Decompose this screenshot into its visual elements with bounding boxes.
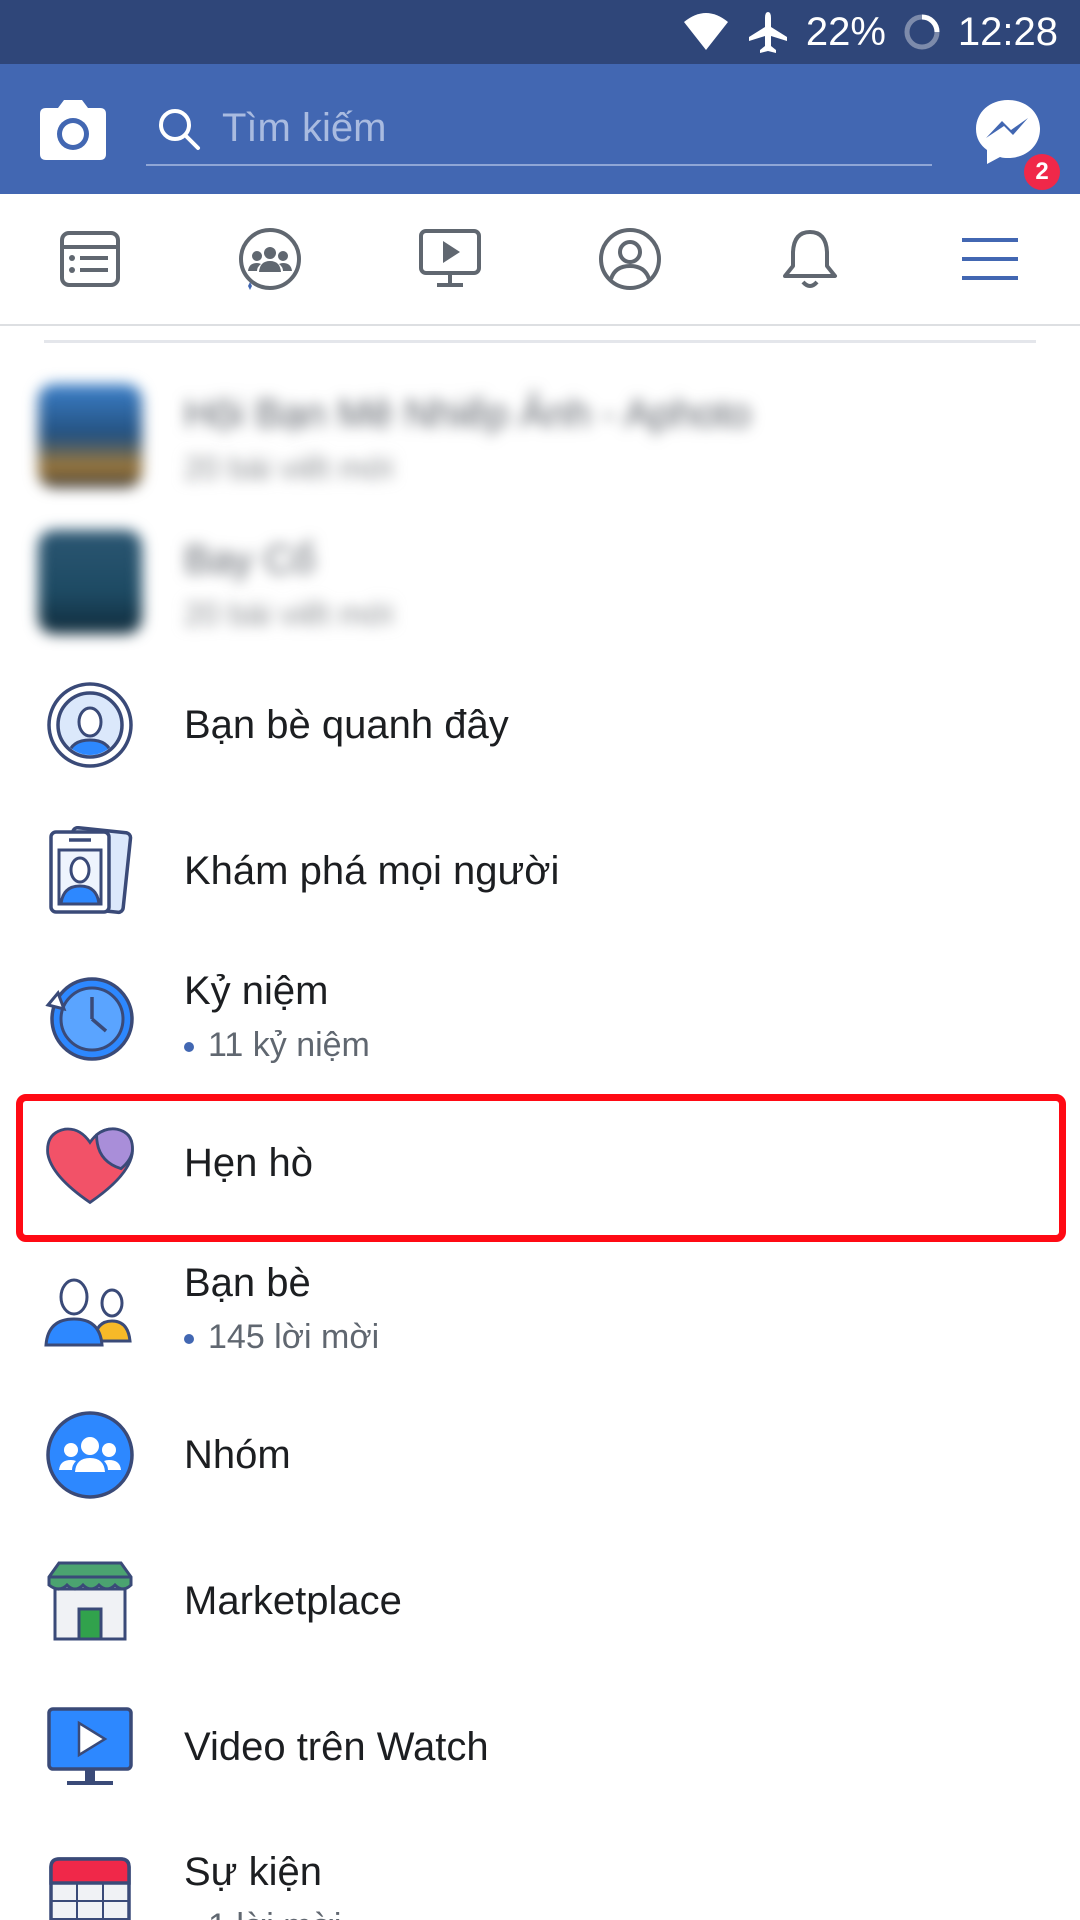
menu-item-groups[interactable]: Nhóm [0, 1382, 1080, 1528]
section-divider [44, 340, 1036, 343]
menu-item-subtitle: 145 lời mời [184, 1315, 379, 1359]
news-feed-icon [60, 231, 120, 287]
watch-video-icon [47, 1707, 133, 1785]
battery-charging-icon [904, 14, 940, 50]
marketplace-shop-icon [47, 1561, 133, 1641]
discover-people-icon [49, 826, 133, 915]
menu-item-marketplace[interactable]: Marketplace [0, 1528, 1080, 1674]
tab-profile[interactable] [540, 194, 720, 324]
clock: 12:28 [957, 9, 1058, 54]
shortcut-subtitle: 20 bài viết mới [184, 450, 394, 486]
menu-item-label: Video trên Watch [184, 1725, 489, 1769]
airplane-mode-icon [748, 12, 787, 53]
profile-icon [599, 228, 661, 290]
watch-tab-icon [419, 229, 481, 287]
menu-item-label: Marketplace [184, 1579, 402, 1623]
battery-percent: 22% [805, 9, 886, 54]
menu-item-watch-videos[interactable]: Video trên Watch [0, 1674, 1080, 1820]
events-calendar-icon [49, 1857, 131, 1920]
menu-item-label: Khám phá mọi người [184, 849, 560, 893]
menu-item-label: Sự kiện [184, 1850, 322, 1894]
shortcut-group-item[interactable]: Bay Cổ 20 bài viết mới [0, 506, 1080, 652]
camera-icon [40, 100, 106, 160]
memories-clock-icon [45, 977, 134, 1061]
groups-tab-icon [239, 228, 301, 290]
tab-menu[interactable] [900, 194, 1080, 324]
notification-dot [184, 1042, 194, 1053]
menu-list: Hội Bạn Mê Nhiếp Ảnh - Aphoto 20 bài viế… [0, 360, 1080, 1920]
menu-item-label: Bạn bè quanh đây [184, 703, 509, 747]
hamburger-menu-icon [962, 238, 1018, 280]
status-bar: 22% 12:28 [0, 0, 1080, 64]
shortcut-subtitle: 20 bài viết mới [184, 596, 394, 632]
main-tab-bar [0, 194, 1080, 326]
menu-item-nearby-friends[interactable]: Bạn bè quanh đây [0, 652, 1080, 798]
tab-news-feed[interactable] [0, 194, 180, 324]
tab-notifications[interactable] [720, 194, 900, 324]
menu-item-subtitle: 1 lời mời [184, 1904, 341, 1920]
search-bar[interactable] [146, 92, 932, 166]
menu-item-friends[interactable]: Bạn bè 145 lời mời [0, 1236, 1080, 1382]
camera-button[interactable] [38, 96, 108, 162]
notification-dot [184, 1334, 194, 1345]
menu-item-label: Kỷ niệm [184, 969, 329, 1013]
group-cover-thumbnail [38, 530, 142, 634]
bell-icon [783, 230, 837, 288]
menu-item-discover-people[interactable]: Khám phá mọi người [0, 798, 1080, 944]
shortcut-group-item[interactable]: Hội Bạn Mê Nhiếp Ảnh - Aphoto 20 bài viế… [0, 360, 1080, 506]
nearby-friends-icon [47, 682, 133, 768]
tab-watch[interactable] [360, 194, 540, 324]
group-cover-thumbnail [38, 384, 142, 488]
menu-item-memories[interactable]: Kỷ niệm 11 kỷ niệm [0, 944, 1080, 1090]
menu-item-events[interactable]: Sự kiện 1 lời mời [0, 1820, 1080, 1920]
menu-item-label: Hẹn hò [184, 1141, 313, 1185]
menu-item-dating[interactable]: Hẹn hò [0, 1090, 1080, 1236]
top-header: 2 [0, 64, 1080, 194]
search-input[interactable] [222, 98, 912, 158]
groups-icon [46, 1411, 134, 1499]
menu-item-label: Bạn bè [184, 1261, 311, 1305]
menu-item-subtitle: 11 kỷ niệm [184, 1023, 370, 1067]
shortcut-title: Bay Cổ [184, 538, 316, 582]
messenger-unread-badge: 2 [1022, 152, 1062, 192]
dating-heart-icon [46, 1127, 134, 1205]
shortcut-title: Hội Bạn Mê Nhiếp Ảnh - Aphoto [184, 392, 752, 436]
friends-icon [44, 1278, 132, 1347]
wifi-icon [683, 13, 728, 50]
tab-groups[interactable] [180, 194, 360, 324]
search-icon [159, 109, 200, 150]
menu-item-label: Nhóm [184, 1433, 291, 1477]
